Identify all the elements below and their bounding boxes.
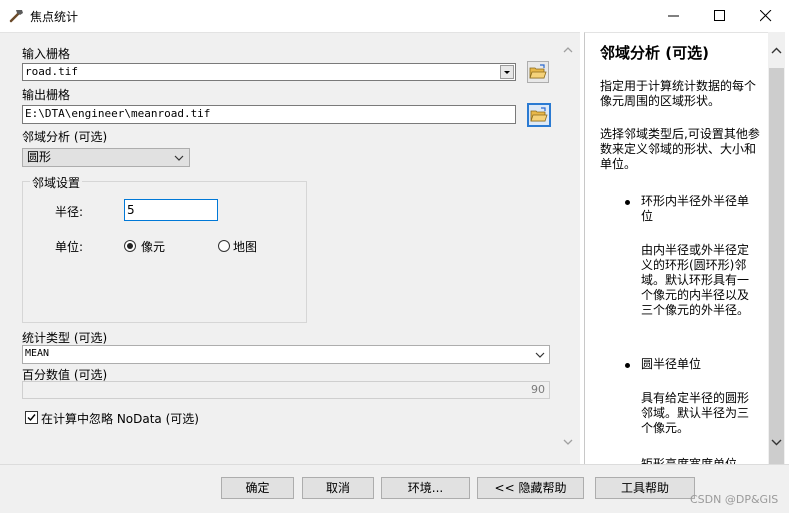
bullet-dot xyxy=(625,200,630,205)
minimize-button[interactable] xyxy=(651,0,697,31)
ok-button[interactable]: 确定 xyxy=(221,477,294,499)
statistics-type-select[interactable]: MEAN xyxy=(22,345,550,364)
radius-label: 半径: xyxy=(55,205,84,219)
percentile-input[interactable]: 90 xyxy=(22,381,550,399)
ignore-nodata-label: 在计算中忽略 NoData (可选) xyxy=(41,412,199,426)
environments-button[interactable]: 环境... xyxy=(381,477,470,499)
help-heading: 邻域分析 (可选) xyxy=(600,44,709,62)
output-raster-browse-button[interactable] xyxy=(527,103,551,127)
statistics-type-label: 统计类型 (可选) xyxy=(22,331,108,345)
unit-map-label: 地图 xyxy=(233,240,258,254)
unit-map-radio[interactable] xyxy=(218,240,230,252)
neighborhood-label: 邻域分析 (可选) xyxy=(22,130,108,144)
neighborhood-selected: 圆形 xyxy=(27,150,52,164)
unit-label: 单位: xyxy=(55,240,84,254)
open-folder-icon xyxy=(529,64,547,79)
scroll-down-button[interactable] xyxy=(561,435,577,451)
input-raster-browse-button[interactable] xyxy=(527,61,549,83)
chevron-up-icon xyxy=(771,47,782,54)
hide-help-button[interactable]: << 隐藏帮助 xyxy=(477,477,584,499)
bullet-dot xyxy=(625,363,630,368)
output-raster-input[interactable]: E:\DTA\engineer\meanroad.tif xyxy=(22,105,516,124)
unit-cell-label: 像元 xyxy=(141,240,166,254)
maximize-icon xyxy=(714,10,725,21)
button-bar: 确定 取消 环境... << 隐藏帮助 工具帮助 CSDN @DP&GIS xyxy=(0,464,789,513)
title-bar: 焦点统计 xyxy=(0,0,789,31)
chevron-down-icon xyxy=(504,71,510,74)
chevron-up-icon xyxy=(563,47,573,53)
radius-input[interactable]: 5 xyxy=(124,199,218,221)
input-raster-combobox[interactable]: road.tif xyxy=(22,63,516,81)
window-title: 焦点统计 xyxy=(30,10,79,24)
help-bullet-1: 环形内半径外半径单位 xyxy=(641,194,750,223)
unit-cell-radio[interactable] xyxy=(124,240,136,252)
help-paragraph-1: 指定用于计算统计数据的每个像元周围的区域形状。 xyxy=(600,79,757,108)
help-scrollbar[interactable] xyxy=(768,32,785,466)
help-pane: 邻域分析 (可选) 指定用于计算统计数据的每个像元周围的区域形状。 选择邻域类型… xyxy=(584,32,768,465)
radius-value: 5 xyxy=(127,203,135,217)
help-bullet-2-description: 具有给定半径的圆形邻域。默认半径为三个像元。 xyxy=(641,391,750,435)
help-scroll-up-button[interactable] xyxy=(769,44,784,58)
cancel-button[interactable]: 取消 xyxy=(302,477,374,499)
ignore-nodata-checkbox[interactable] xyxy=(25,411,38,424)
close-icon xyxy=(760,10,772,22)
scroll-up-button[interactable] xyxy=(561,43,577,59)
help-scroll-down-button[interactable] xyxy=(769,435,784,449)
chevron-down-icon xyxy=(771,439,782,446)
hammer-icon xyxy=(9,10,23,23)
neighborhood-settings-title: 邻域设置 xyxy=(30,174,83,191)
help-paragraph-2: 选择邻域类型后,可设置其他参数来定义邻域的形状、大小和单位。 xyxy=(600,127,760,171)
help-bullet-1-description: 由内半径或外半径定义的环形(圆环形)邻域。默认环形具有一个像元的内半径以及三个像… xyxy=(641,243,750,317)
close-button[interactable] xyxy=(743,0,789,31)
minimize-icon xyxy=(668,15,679,17)
neighborhood-select[interactable]: 圆形 xyxy=(22,148,190,167)
output-raster-value: E:\DTA\engineer\meanroad.tif xyxy=(25,107,211,120)
chevron-down-icon xyxy=(535,352,545,358)
chevron-down-icon xyxy=(563,439,573,445)
chevron-down-icon xyxy=(174,155,184,161)
checkmark-icon xyxy=(27,414,36,422)
tool-help-button[interactable]: 工具帮助 xyxy=(595,477,695,499)
statistics-type-selected: MEAN xyxy=(25,348,50,359)
input-raster-label: 输入栅格 xyxy=(22,47,71,61)
watermark: CSDN @DP&GIS xyxy=(690,493,779,506)
percentile-value: 90 xyxy=(531,383,545,396)
help-scroll-thumb[interactable] xyxy=(769,68,784,466)
output-raster-label: 输出栅格 xyxy=(22,88,71,102)
input-raster-value: road.tif xyxy=(25,65,78,78)
help-bullet-2: 圆半径单位 xyxy=(641,357,702,371)
input-raster-dropdown-button[interactable] xyxy=(500,65,514,79)
parameters-pane: 输入栅格 road.tif 输出栅格 E:\DTA\engineer\meanr… xyxy=(0,32,580,464)
maximize-button[interactable] xyxy=(697,0,743,31)
open-folder-icon xyxy=(530,107,548,122)
